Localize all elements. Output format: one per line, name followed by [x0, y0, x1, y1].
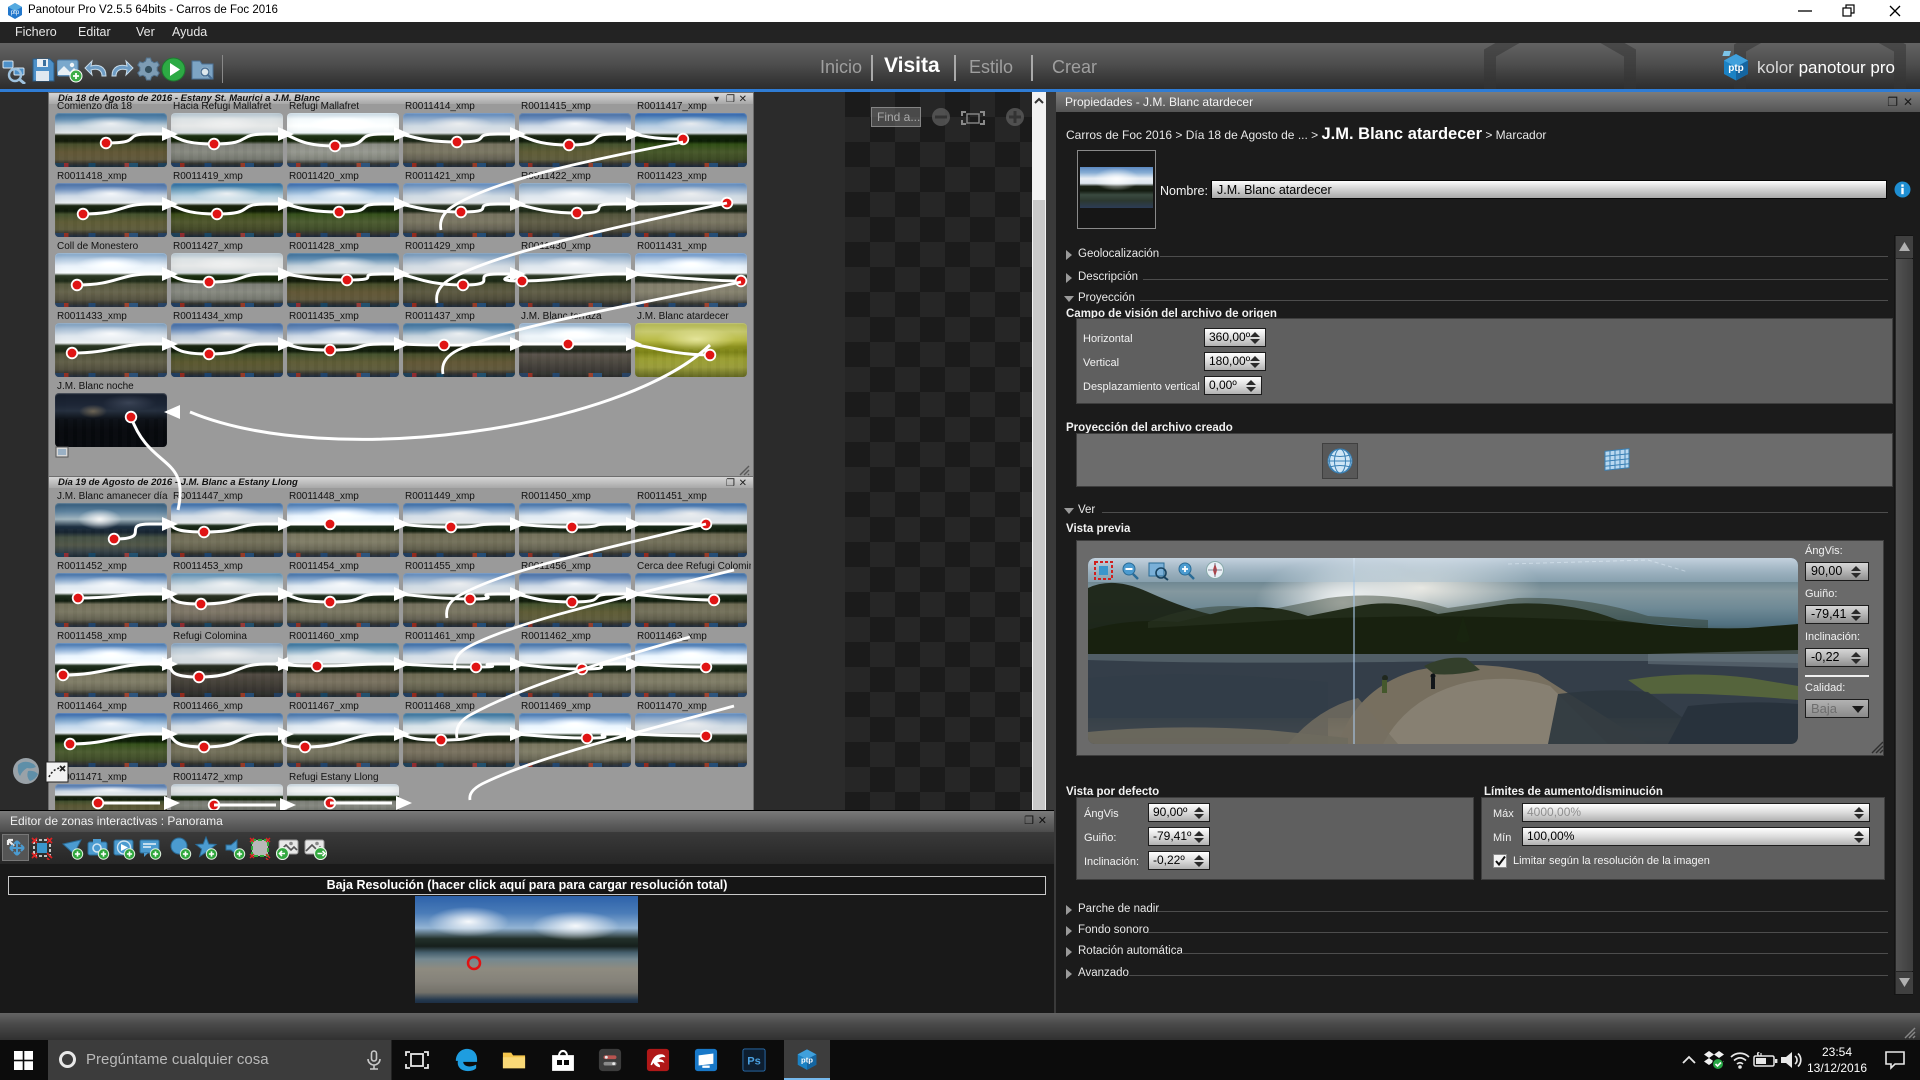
svg-text:ptp: ptp	[801, 1055, 813, 1064]
svg-text:ptp: ptp	[1728, 63, 1744, 74]
svg-text:Ps: Ps	[747, 1056, 761, 1068]
